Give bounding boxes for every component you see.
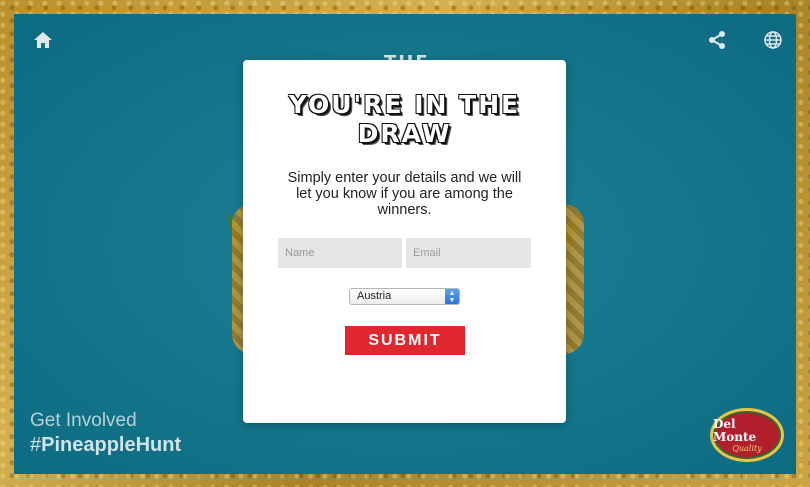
modal-title: YOU'RE IN THE DRAW [288,90,521,148]
home-icon[interactable] [32,29,54,51]
hashtag-word: PineappleHunt [41,434,182,456]
logo-brand: Del Monte [713,416,757,444]
logo-sub: Quality [732,443,762,453]
del-monte-logo[interactable]: Del Monte Quality [710,408,784,462]
name-input[interactable] [278,238,402,268]
share-icon[interactable] [706,29,728,51]
globe-icon[interactable] [762,29,784,51]
country-select[interactable]: Austria ▲ ▼ [349,288,460,305]
country-value: Austria [357,290,392,302]
get-involved-text: Get Involved [30,410,137,431]
hashtag-text: #PineappleHunt [30,434,181,457]
select-arrows-icon: ▲ ▼ [445,289,459,304]
footer-tagline: Get Involved #PineappleHunt [30,410,181,457]
email-input[interactable] [406,238,531,268]
entry-modal: YOU'RE IN THE DRAW Simply enter your det… [243,60,566,423]
submit-button[interactable]: SUBMIT [345,326,465,355]
hash-symbol: # [30,434,42,456]
modal-body-text: Simply enter your details and we will le… [287,170,522,218]
